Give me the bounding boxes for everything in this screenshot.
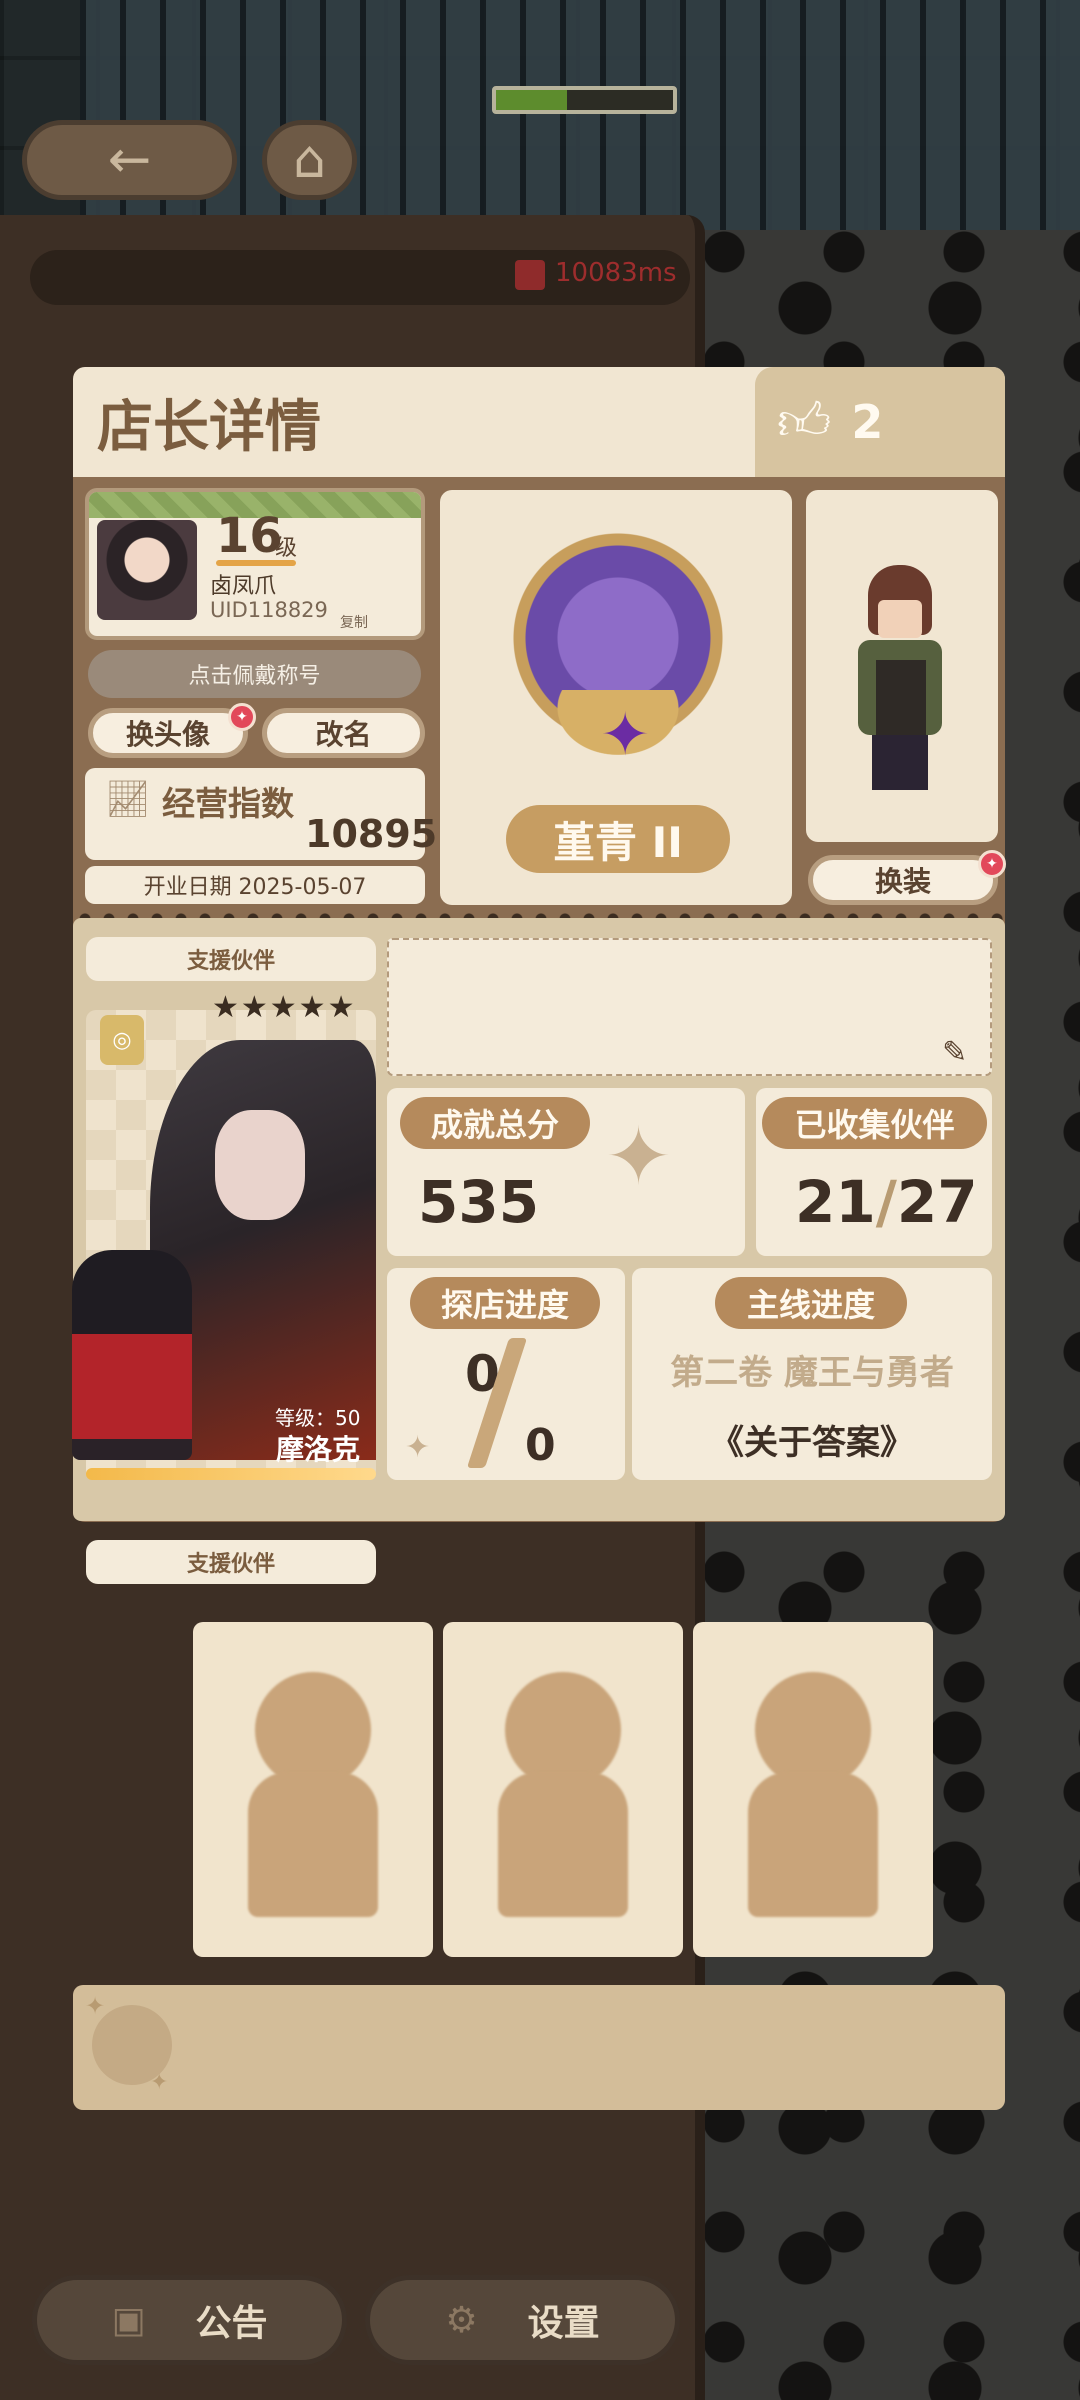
copy-uid-button[interactable]: 复制 <box>340 612 368 632</box>
level-underline <box>216 560 296 566</box>
partner-level: 等级：50 <box>275 1406 361 1430</box>
edit-icon[interactable]: ✎ <box>942 1035 967 1070</box>
player-level: 16 <box>216 508 283 564</box>
player-uid: UID118829 <box>210 598 328 622</box>
notification-dot: ✦ <box>228 703 256 731</box>
briefcase-icon: ▣ <box>111 2299 146 2341</box>
sparkle-icon: ✦ <box>405 1430 431 1465</box>
partner-glow-bar <box>86 1468 376 1480</box>
notice-button[interactable]: ▣ 公告 <box>32 2275 347 2365</box>
thumbs-up-icon: 👍︎ <box>777 392 832 452</box>
support-partner-label-2: 支援伙伴 <box>86 1540 376 1584</box>
sparkle-icon: ✦ <box>85 1992 106 2020</box>
visit-label: 探店进度 <box>410 1277 600 1329</box>
partner-face <box>215 1110 305 1220</box>
ping-value: 10083ms <box>555 258 677 288</box>
story-chapter: 《关于答案》 <box>710 1423 914 1463</box>
achievement-value: 535 <box>418 1168 540 1236</box>
player-nickname: 卤凤爪 <box>210 574 277 599</box>
story-label: 主线进度 <box>715 1277 907 1329</box>
home-icon: ⌂ <box>292 130 326 190</box>
popup-footer <box>73 1985 1005 2110</box>
notice-label: 公告 <box>195 2303 268 2344</box>
partner-sprite <box>72 1250 192 1460</box>
support-partner-label: 支援伙伴 <box>86 937 376 981</box>
collected-value: 21/27 <box>795 1168 978 1236</box>
achievement-label: 成就总分 <box>400 1097 590 1149</box>
change-avatar-button[interactable]: 换头像 <box>88 708 248 758</box>
partner-slot-2[interactable] <box>443 1622 683 1957</box>
page-title: 店长详情 <box>97 395 321 460</box>
coffee-bean-icon: ✦ <box>605 1110 673 1203</box>
sparkle-icon: ✦ <box>150 2070 169 2095</box>
story-volume: 第二卷 魔王与勇者 <box>670 1353 954 1393</box>
partner-slot-3[interactable] <box>693 1622 933 1957</box>
back-button[interactable]: ← <box>22 120 237 200</box>
avatar <box>97 520 197 620</box>
signal-bars-icon <box>515 260 545 290</box>
rank-name: 堇青 II <box>506 805 730 873</box>
chart-icon: 📈︎ <box>105 779 151 820</box>
collected-total: 27 <box>896 1168 978 1236</box>
outfit-button[interactable]: 换装 <box>808 855 998 905</box>
like-button[interactable]: 👍︎ 2 <box>755 367 1005 477</box>
shopkeeper-sprite <box>850 565 950 795</box>
scene-progress-bar <box>492 86 677 114</box>
like-count: 2 <box>851 395 884 449</box>
notification-dot: ✦ <box>978 850 1006 878</box>
partner-stars: ★★★★★ <box>212 990 357 1025</box>
partner-slot-1[interactable] <box>193 1622 433 1957</box>
visit-total: 0 <box>525 1420 556 1471</box>
rename-button[interactable]: 改名 <box>262 708 425 758</box>
wear-title-button[interactable]: 点击佩戴称号 <box>88 650 421 698</box>
arrow-left-icon: ← <box>107 130 152 190</box>
gear-icon: ⚙ <box>445 2299 478 2341</box>
settings-button[interactable]: ⚙ 设置 <box>365 2275 680 2365</box>
collected-current: 21 <box>795 1168 876 1236</box>
element-icon: ◎ <box>100 1015 144 1065</box>
settings-label: 设置 <box>527 2303 600 2344</box>
open-date: 开业日期 2025-05-07 <box>85 866 425 904</box>
partner-name: 摩洛克 <box>276 1433 361 1466</box>
signature-box[interactable] <box>387 938 992 1076</box>
star-icon: ✦ <box>600 700 651 770</box>
home-button[interactable]: ⌂ <box>262 120 357 200</box>
business-index-label: 经营指数 <box>162 784 294 823</box>
collected-label: 已收集伙伴 <box>762 1097 987 1149</box>
business-index-value: 10895 <box>305 812 438 856</box>
level-unit: 级 <box>275 536 298 561</box>
